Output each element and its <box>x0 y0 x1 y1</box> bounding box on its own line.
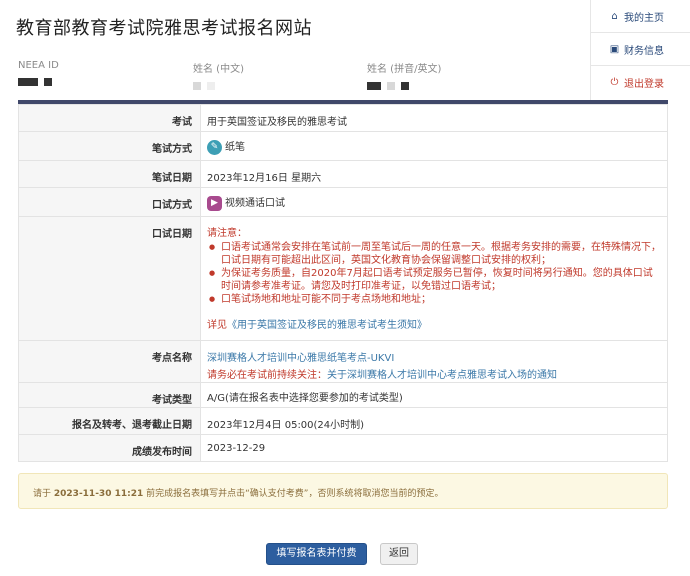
nav-finance[interactable]: ▣ 财务信息 <box>591 33 690 66</box>
note-title: 请注意： <box>207 228 247 239</box>
result-value: 2023-12-29 <box>200 434 668 462</box>
table-row: 成绩发布时间 2023-12-29 <box>18 434 668 462</box>
nav-finance-label: 财务信息 <box>624 45 664 57</box>
name-en-label: 姓名 (拼音/英文) <box>367 64 442 75</box>
notes-list: 口语考试通常会安排在笔试前一周至笔试后一周的任意一天。根据考务安排的需要，在特殊… <box>207 241 661 306</box>
deadline-label: 报名及转考、退考截止日期 <box>18 407 201 435</box>
page-header: 教育部教育考试院雅思考试报名网站 NEEA ID 姓名 (中文) 姓名 (拼音/… <box>0 0 690 100</box>
speaking-mode-cell: ▶ 视频通话口试 <box>200 187 668 217</box>
table-row: 报名及转考、退考截止日期 2023年12月4日 05:00(24小时制) <box>18 407 668 435</box>
briefcase-icon: ▣ <box>609 43 620 55</box>
table-row: 口试方式 ▶ 视频通话口试 <box>18 187 668 217</box>
name-cn-label: 姓名 (中文) <box>193 64 244 75</box>
written-mode-cell: ✎ 纸笔 <box>200 131 668 161</box>
speaking-mode-label: 口试方式 <box>18 187 201 217</box>
power-icon: ⏻ <box>610 77 619 88</box>
nav-logout-label: 退出登录 <box>624 79 664 90</box>
side-nav: ⌂ 我的主页 ▣ 财务信息 ⏻ 退出登录 <box>590 0 690 100</box>
neea-id-label: NEEA ID <box>18 60 59 71</box>
table-row: 口试日期 请注意： 口语考试通常会安排在笔试前一周至笔试后一周的任意一天。根据考… <box>18 216 668 341</box>
site-title: 教育部教育考试院雅思考试报名网站 <box>16 18 312 39</box>
masked-name <box>207 82 215 90</box>
exam-value: 用于英国签证及移民的雅思考试 <box>200 104 668 132</box>
table-row: 笔试方式 ✎ 纸笔 <box>18 131 668 161</box>
masked-id <box>44 78 52 86</box>
written-mode-label: 笔试方式 <box>18 131 201 161</box>
speaking-date-cell: 请注意： 口语考试通常会安排在笔试前一周至笔试后一周的任意一天。根据考务安排的需… <box>200 216 668 341</box>
see-label: 详见 <box>207 320 227 331</box>
type-value: A/G(请在报名表中选择您要参加的考试类型) <box>200 382 668 408</box>
deadline-value: 2023年12月4日 05:00(24小时制) <box>200 407 668 435</box>
name-cn-block: 姓名 (中文) <box>193 60 244 92</box>
type-label: 考试类型 <box>18 382 201 408</box>
written-mode-value: 纸笔 <box>225 142 245 153</box>
nav-logout[interactable]: ⏻ 退出登录 <box>591 66 690 99</box>
result-label: 成绩发布时间 <box>18 434 201 462</box>
notice-deadline: 2023-11-30 11:21 <box>53 489 144 499</box>
nav-home[interactable]: ⌂ 我的主页 <box>591 0 690 33</box>
payment-notice: 请于 2023-11-30 11:21 前完成报名表填写并点击“确认支付考费”，… <box>18 473 668 509</box>
video-icon: ▶ <box>207 195 222 211</box>
exam-details-table: 考试 用于英国签证及移民的雅思考试 笔试方式 ✎ 纸笔 笔试日期 2023年12月… <box>18 104 668 462</box>
masked-name <box>193 82 201 90</box>
table-row: 考点名称 深圳赛格人才培训中心雅思纸笔考点-UKVI 请务必在考试前持续关注：关… <box>18 340 668 383</box>
center-note: 请务必在考试前持续关注： <box>207 370 327 381</box>
nav-home-label: 我的主页 <box>624 12 664 24</box>
masked-name <box>401 82 409 90</box>
speaking-date-label: 口试日期 <box>18 216 201 341</box>
table-row: 考试 用于英国签证及移民的雅思考试 <box>18 104 668 132</box>
list-item: 口语考试通常会安排在笔试前一周至笔试后一周的任意一天。根据考务安排的需要，在特殊… <box>207 241 661 267</box>
see-line: 详见《用于英国签证及移民的雅思考试考生须知》 <box>207 316 661 331</box>
exam-label: 考试 <box>18 104 201 132</box>
notice-suffix: 前完成报名表填写并点击“确认支付考费”，否则系统将取消您当前的预定。 <box>146 489 444 499</box>
fill-and-pay-button[interactable]: 填写报名表并付费 <box>266 543 367 565</box>
masked-name <box>387 82 395 90</box>
masked-id <box>18 78 38 86</box>
home-icon: ⌂ <box>611 10 618 22</box>
center-cell: 深圳赛格人才培训中心雅思纸笔考点-UKVI 请务必在考试前持续关注：关于深圳赛格… <box>200 340 668 383</box>
table-row: 笔试日期 2023年12月16日 星期六 <box>18 160 668 188</box>
neea-id-block: NEEA ID <box>18 60 59 88</box>
list-item: 口笔试场地和地址可能不同于考点场地和地址； <box>207 293 661 306</box>
center-label: 考点名称 <box>18 340 201 383</box>
name-en-block: 姓名 (拼音/英文) <box>367 60 441 92</box>
back-button[interactable]: 返回 <box>380 543 418 565</box>
pen-icon: ✎ <box>207 139 222 155</box>
written-date-value: 2023年12月16日 星期六 <box>200 160 668 188</box>
list-item: 为保证考务质量，自2020年7月起口语考试预定服务已暂停，恢复时间将另行通知。您… <box>207 267 661 293</box>
guide-link[interactable]: 《用于英国签证及移民的雅思考试考生须知》 <box>227 320 427 331</box>
speaking-mode-value: 视频通话口试 <box>225 198 285 209</box>
table-row: 考试类型 A/G(请在报名表中选择您要参加的考试类型) <box>18 382 668 408</box>
written-date-label: 笔试日期 <box>18 160 201 188</box>
center-link[interactable]: 深圳赛格人才培训中心雅思纸笔考点-UKVI <box>207 349 661 364</box>
masked-name <box>367 82 381 90</box>
center-note-line: 请务必在考试前持续关注：关于深圳赛格人才培训中心考点雅思考试入场的通知 <box>207 366 661 381</box>
center-notice-link[interactable]: 关于深圳赛格人才培训中心考点雅思考试入场的通知 <box>327 370 557 381</box>
notice-prefix: 请于 <box>33 489 52 499</box>
